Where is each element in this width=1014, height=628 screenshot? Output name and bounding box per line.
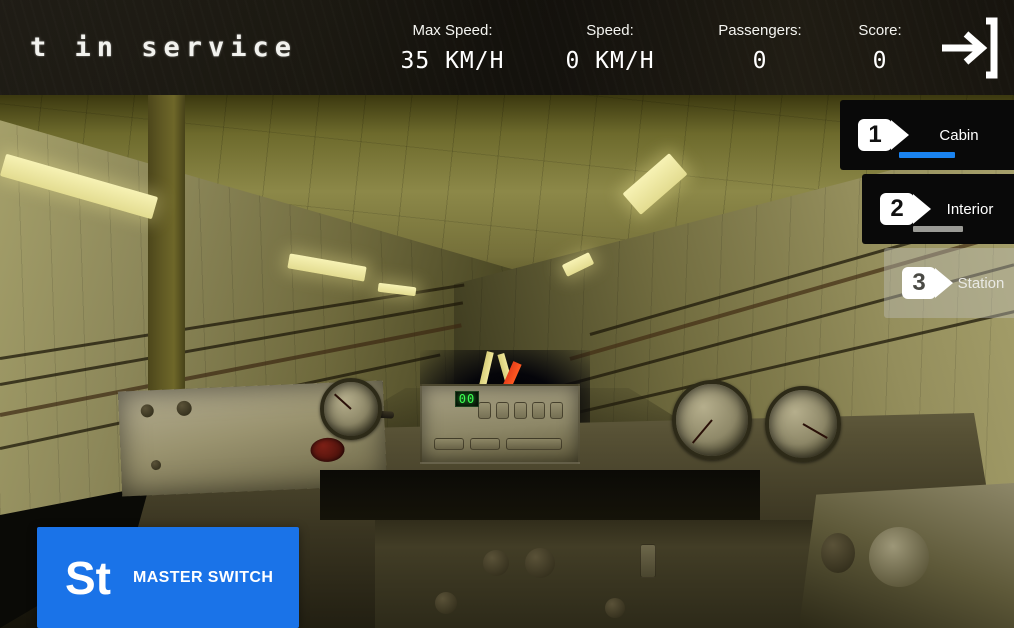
master-switch-key-hint: St [65,551,111,604]
hud-stat-max-speed: Max Speed: 35 KM/H [370,22,535,74]
camera-selector: 1 Cabin 2 Interior 3 Station [840,100,1014,322]
exit-arrow-icon[interactable] [926,11,1000,85]
cab-lower-console [375,520,815,628]
camera-label: Station [957,274,1005,292]
cab-knob [150,459,162,471]
camera-key-number: 1 [858,119,892,151]
camera-active-indicator [899,152,955,158]
cab-knob [435,592,457,614]
camera-button-station[interactable]: 3 Station [884,248,1014,318]
cab-gauge-left [320,378,382,440]
hud-stat-label: Max Speed: [412,21,493,39]
gauge-needle [333,393,352,410]
hud-stat-speed: Speed: 0 KM/H [535,22,685,74]
cab-gauge-right [765,386,841,462]
cab-switch [514,402,527,419]
cab-emergency-button [310,437,346,463]
cab-right-side-panel [799,483,1014,628]
hud-stat-label: Speed: [586,21,634,39]
hud-stat-value: 0 KM/H [565,47,655,74]
cab-center-panel [420,384,580,464]
destination-marquee-display: t in service [30,32,298,63]
cab-switch [470,438,500,450]
cab-switch [478,402,491,419]
cab-windscreen-shade [320,470,760,520]
cab-switch [550,402,563,419]
camera-key-number: 2 [880,193,914,225]
cab-led-display: 00 [455,391,479,407]
hud-stat-score: Score: 0 [835,22,925,74]
camera-label: Interior [946,200,994,218]
cab-switch [434,438,464,450]
hud-stat-value: 0 [872,47,888,74]
master-switch-label: MASTER SWITCH [133,568,274,586]
hud-top-bar: t in service Max Speed: 35 KM/H Speed: 0… [0,0,1014,95]
camera-button-cabin[interactable]: 1 Cabin [840,100,1014,170]
camera-active-indicator [913,226,963,232]
video-camera-icon: 3 [902,266,954,300]
camera-button-interior[interactable]: 2 Interior [862,174,1014,244]
cab-knob [176,400,192,417]
cab-switch [506,438,562,450]
cab-knob [483,550,509,576]
cab-switch [496,402,509,419]
hud-stat-label: Passengers: [718,21,802,39]
cab-knob [821,533,855,573]
cab-knob [525,548,555,578]
camera-lens-shape [891,120,909,150]
cab-selector-dial [869,527,929,587]
cab-knob [605,598,625,618]
tunnel-pillar [148,95,185,395]
hud-stat-value: 35 KM/H [400,47,505,74]
cab-knob [140,404,155,418]
video-camera-icon: 1 [858,118,910,152]
camera-lens-shape [935,268,953,298]
game-viewport: 00 t in service Max Speed: 35 KM/H Speed… [0,0,1014,628]
master-switch-button[interactable]: St MASTER SWITCH [37,527,299,628]
cab-gauge-center [672,380,752,460]
gauge-needle [691,419,713,444]
cab-switch [640,544,656,578]
camera-active-indicator [921,300,977,306]
hud-stat-value: 0 [752,47,768,74]
camera-label: Cabin [939,126,979,144]
camera-key-number: 3 [902,267,936,299]
camera-lens-shape [913,194,931,224]
video-camera-icon: 2 [880,192,932,226]
gauge-needle [802,423,828,439]
hud-stat-passengers: Passengers: 0 [685,22,835,74]
cab-switch [532,402,545,419]
hud-stat-label: Score: [858,21,902,39]
